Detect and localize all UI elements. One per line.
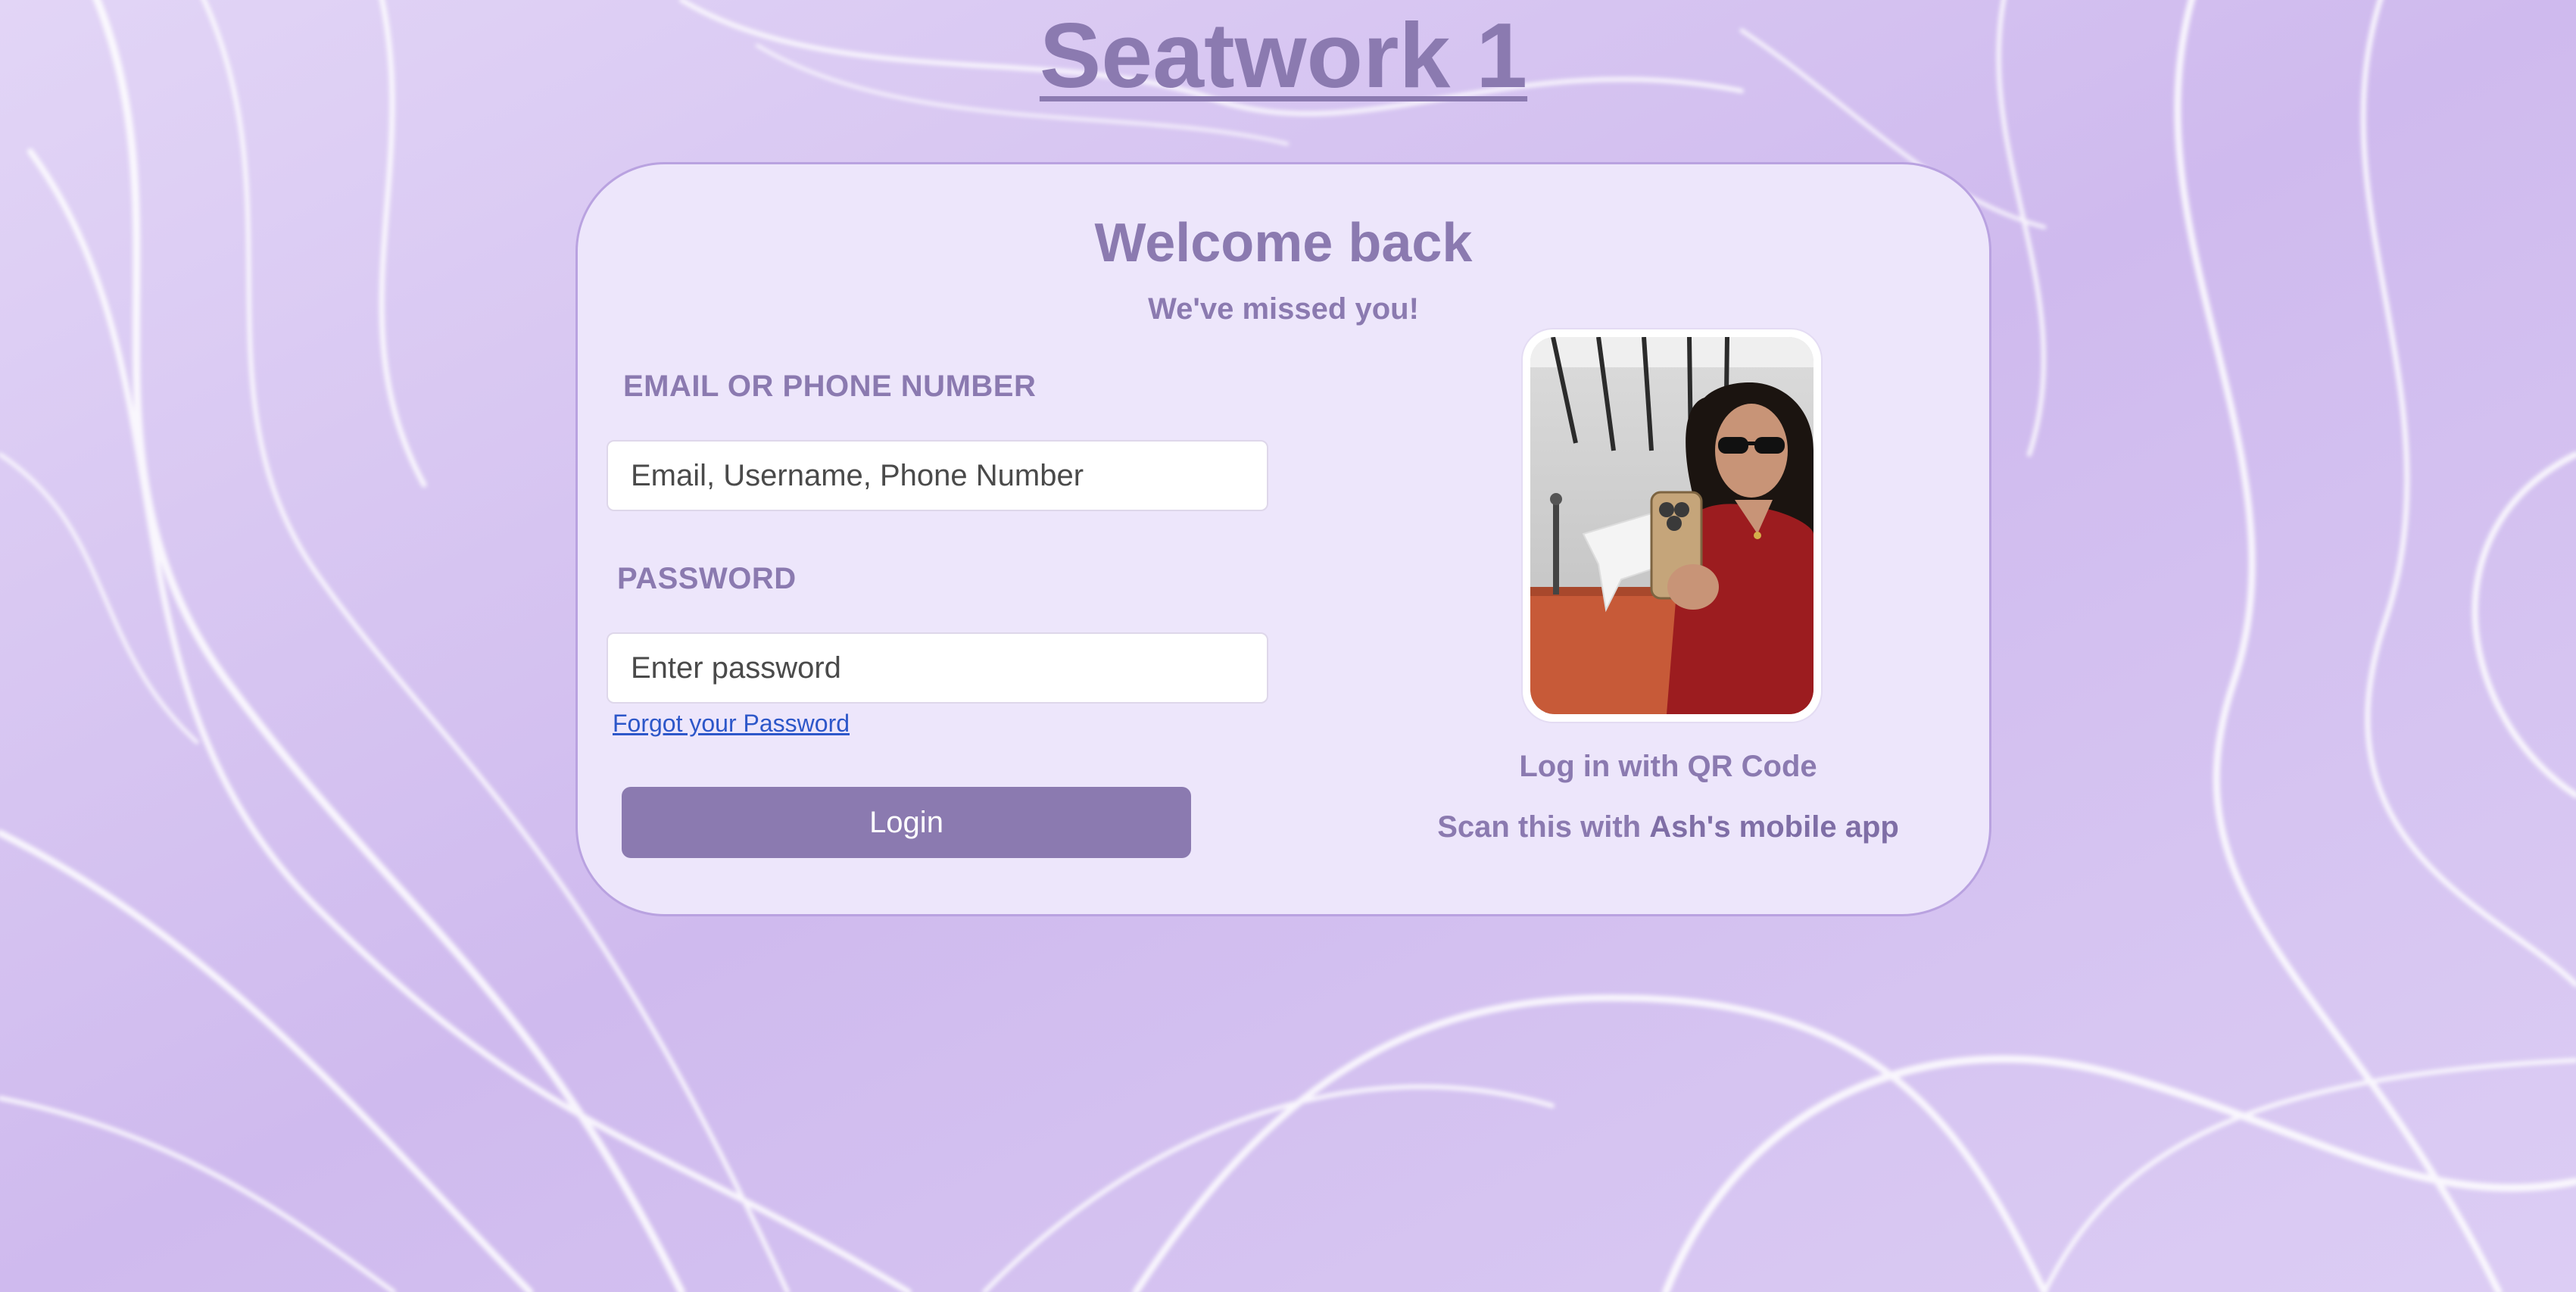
welcome-subheading: We've missed you! bbox=[1148, 292, 1419, 326]
mobile-app-name: Ash's mobile app bbox=[1649, 810, 1899, 844]
scan-prefix: Scan this with bbox=[1437, 810, 1650, 844]
forgot-password-link[interactable]: Forgot your Password bbox=[613, 708, 850, 738]
page-title: Seatwork 1 bbox=[1039, 4, 1528, 107]
qr-login-label: Log in with QR Code bbox=[1519, 750, 1817, 783]
qr-code-image bbox=[1523, 329, 1821, 722]
email-input[interactable] bbox=[607, 440, 1268, 511]
welcome-heading: Welcome back bbox=[1094, 213, 1473, 273]
password-label: PASSWORD bbox=[617, 562, 797, 595]
email-label: EMAIL OR PHONE NUMBER bbox=[623, 370, 1037, 403]
selfie-photo bbox=[1530, 337, 1813, 714]
login-button[interactable]: Login bbox=[622, 787, 1191, 858]
password-input[interactable] bbox=[607, 632, 1268, 704]
qr-scan-instruction: Scan this with Ash's mobile app bbox=[1335, 808, 2001, 846]
login-card: Welcome back We've missed you! EMAIL OR … bbox=[575, 162, 1991, 916]
